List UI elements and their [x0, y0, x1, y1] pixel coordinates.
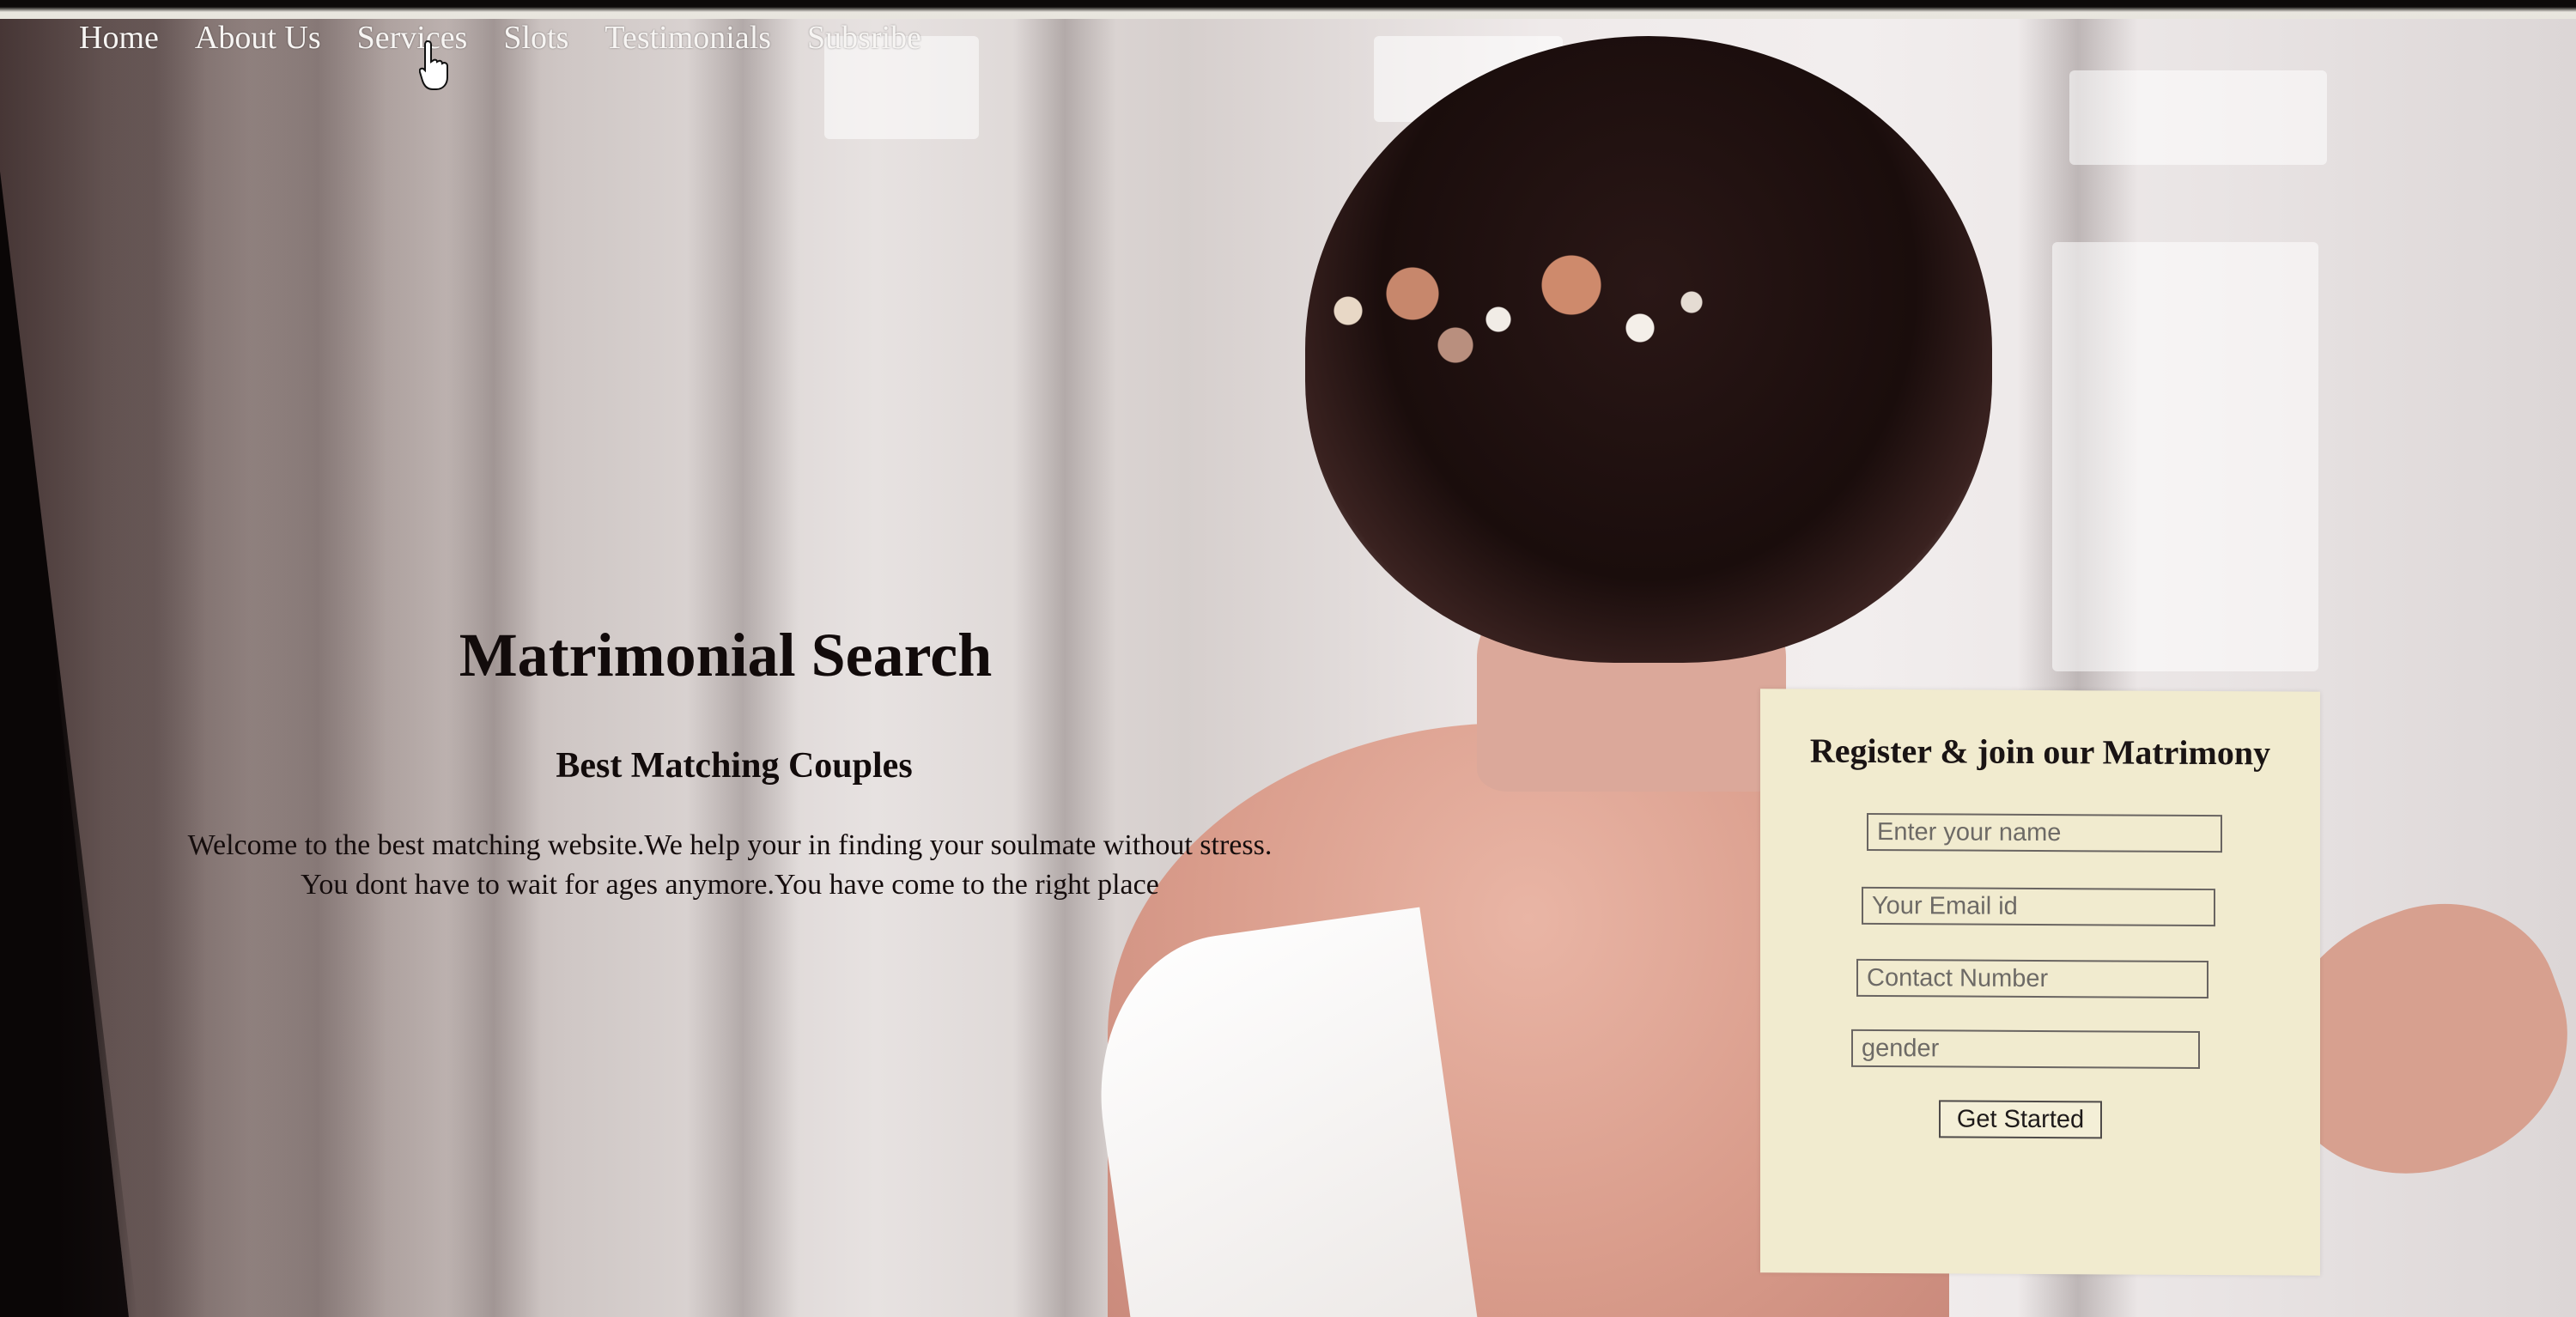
window-pane	[2069, 70, 2327, 165]
monitor-frame: Home About Us Services Slots Testimonial…	[0, 0, 2576, 1317]
top-nav: Home About Us Services Slots Testimonial…	[79, 12, 921, 64]
get-started-button[interactable]: Get Started	[1939, 1100, 2102, 1139]
register-form-title: Register & join our Matrimony	[1809, 731, 2271, 773]
nav-slots[interactable]: Slots	[503, 19, 568, 57]
hair-flowers	[1305, 225, 1735, 397]
nav-services[interactable]: Services	[357, 19, 468, 57]
hero-description-line-2: You dont have to wait for ages anymore.Y…	[301, 869, 1159, 901]
email-input[interactable]: Your Email id	[1862, 886, 2215, 927]
hero-description-line-1: Welcome to the best matching website.We …	[187, 829, 1273, 861]
curtain-fold	[103, 19, 206, 1317]
register-form-card: Register & join our Matrimony Enter your…	[1760, 689, 2320, 1276]
name-input[interactable]: Enter your name	[1867, 812, 2222, 853]
hero-description: Welcome to the best matching website.We …	[86, 826, 1374, 905]
window-pane	[2052, 242, 2318, 671]
nav-testimonials[interactable]: Testimonials	[605, 19, 771, 57]
gender-input[interactable]: gender	[1851, 1029, 2200, 1069]
nav-subscribe[interactable]: Subsribe	[807, 19, 921, 57]
nav-home[interactable]: Home	[79, 19, 159, 57]
contact-number-input[interactable]: Contact Number	[1856, 958, 2208, 999]
nav-about-us[interactable]: About Us	[195, 19, 321, 57]
page-subtitle: Best Matching Couples	[556, 746, 913, 786]
hand-pointer-icon	[419, 39, 448, 90]
page-title: Matrimonial Search	[459, 621, 993, 689]
